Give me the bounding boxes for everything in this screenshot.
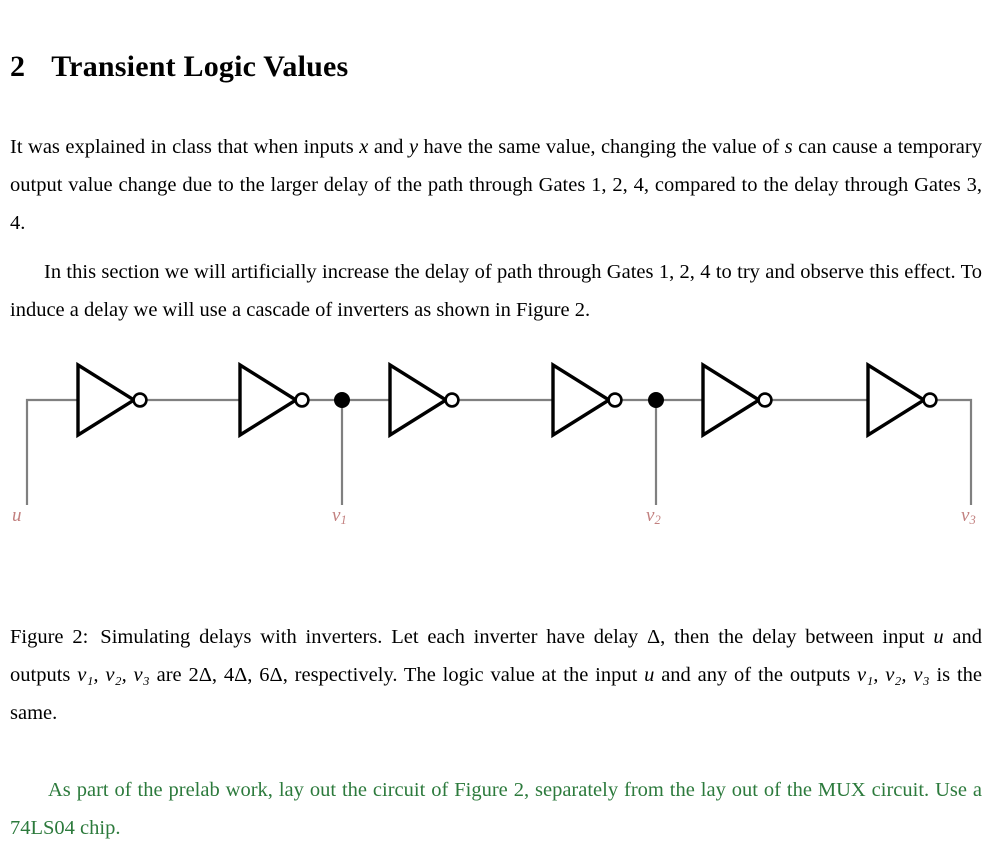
var-s: s [784,135,793,158]
junction-dot-v2 [648,392,664,408]
cap-delta-1: Δ [646,625,661,648]
paragraph-section-overview: In this section we will artificially inc… [10,253,982,329]
p1-text-a: It was explained in class that when inpu… [10,135,360,158]
document-page: 2 Transient Logic Values It was explained… [0,0,1000,838]
page-title: 2 Transient Logic Values [10,50,348,84]
figure-inverter-cascade: u v1 v2 v3 [0,355,1000,545]
cap-delays: 2Δ, 4Δ, 6Δ [188,663,283,686]
node-label-v1: v1 [332,505,347,528]
p1-text-c: have the same value, changing the value … [418,135,785,158]
node-label-u: u [12,505,22,526]
wire-group [25,398,973,505]
var-y: y [408,135,419,158]
cap-text-a: Simulating delays with inverters. Let ea… [100,625,647,648]
cap-text-d: are [149,663,189,686]
inverter-5 [701,361,773,439]
cap-text-b: , then the delay between input [660,625,934,648]
p1-text-b: and [368,135,409,158]
wire-output-v3 [936,398,973,505]
node-label-v3: v3 [961,505,976,528]
cap-outputs-1: v₁, v₂, v₃ [77,663,150,686]
var-x: x [359,135,369,158]
figure-caption-label: Figure 2: [10,625,89,648]
cap-var-u-1: u [933,625,944,648]
p2-text: In this section we will artificially inc… [10,260,982,321]
wire-input-u [25,398,78,505]
section-title-text: Transient Logic Values [51,50,349,84]
cap-outputs-2: v₁, v₂, v₃ [857,663,930,686]
circuit-diagram-svg [25,361,973,505]
inverter-4 [551,361,623,439]
prelab-note: As part of the prelab work, lay out the … [10,778,982,839]
figure-caption: Figure 2: Simulating delays with inverter… [10,618,982,732]
inverter-2 [238,361,310,439]
node-label-v2: v2 [646,505,661,528]
cap-text-f: and any of the outputs [654,663,858,686]
inverter-6 [866,361,938,439]
junction-dot-v1 [334,392,350,408]
inverter-3 [388,361,460,439]
paragraph-intro: It was explained in class that when inpu… [10,128,982,242]
cap-var-u-2: u [644,663,655,686]
inverter-1 [76,361,148,439]
section-number: 2 [10,50,26,84]
cap-text-e: , respectively. The logic value at the i… [282,663,645,686]
